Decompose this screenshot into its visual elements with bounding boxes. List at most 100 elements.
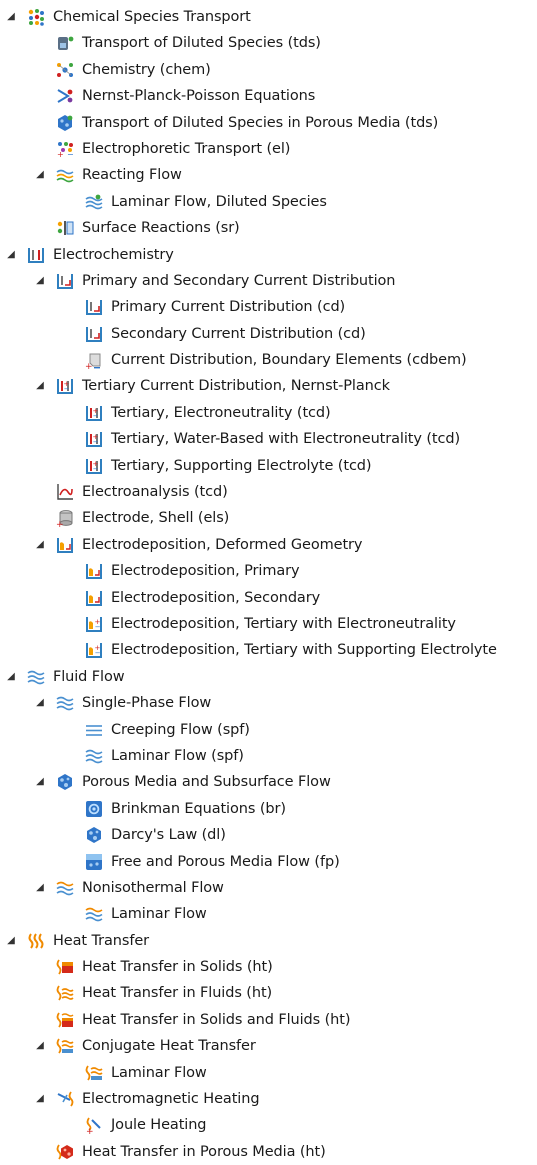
expand-collapse-toggle-icon[interactable]: ◢: [4, 928, 18, 954]
tree-item-label: Electrophoretic Transport (el): [82, 140, 291, 157]
tree-item-porous-media-and-subsurface-flow[interactable]: ◢ Porous Media and Subsurface Flow: [0, 769, 537, 795]
tree-item-free-and-porous-media-flow-fp[interactable]: Free and Porous Media Flow (fp): [0, 849, 537, 875]
tree-item-electrodeposition-deformed-geometry[interactable]: ◢ Electrodeposition, Deformed Geometry: [0, 532, 537, 558]
current-distribution-icon: [57, 273, 73, 289]
current-distribution-icon: [86, 326, 102, 342]
tree-item-secondary-current-distribution-cd[interactable]: Secondary Current Distribution (cd): [0, 321, 537, 347]
tree-item-current-distribution-boundary-elements-cdbem[interactable]: + Current Distribution, Boundary Elements…: [0, 347, 537, 373]
tree-item-nernst-planck-poisson-equations[interactable]: Nernst-Planck-Poisson Equations: [0, 83, 537, 109]
expand-collapse-toggle-icon[interactable]: ◢: [33, 532, 47, 558]
tree-item-laminar-flow-spf[interactable]: Laminar Flow (spf): [0, 743, 537, 769]
svg-text:−: −: [93, 412, 99, 420]
expand-collapse-toggle-icon[interactable]: ◢: [4, 242, 18, 268]
tree-item-label: Secondary Current Distribution (cd): [111, 325, 366, 342]
tree-item-label: Tertiary Current Distribution, Nernst-Pl…: [82, 378, 390, 395]
tree-item-electrode-shell-els[interactable]: + Electrode, Shell (els): [0, 505, 537, 531]
free-porous-flow-icon: [86, 853, 102, 870]
tertiary-current-icon: +−: [86, 405, 102, 421]
tree-item-label: Transport of Diluted Species in Porous M…: [82, 114, 439, 131]
tree-item-label: Transport of Diluted Species (tds): [82, 35, 321, 52]
tree-item-label: Primary and Secondary Current Distributi…: [82, 272, 396, 289]
tree-item-tertiary-water-based-with-electroneutrality-tcd[interactable]: + − Tertiary, Water-Based with Electroneut…: [0, 426, 537, 452]
tree-item-primary-current-distribution-cd[interactable]: Primary Current Distribution (cd): [0, 294, 537, 320]
tree-item-primary-and-secondary-current-distribution[interactable]: ◢ Primary and Secondary Current Distribut…: [0, 268, 537, 294]
tree-item-brinkman-equations-br[interactable]: Brinkman Equations (br): [0, 796, 537, 822]
tree-item-tertiary-supporting-electrolyte-tcd[interactable]: + − Tertiary, Supporting Electrolyte (tcd): [0, 453, 537, 479]
tree-item-label: Chemical Species Transport: [53, 9, 251, 25]
tree-item-electrodeposition-tertiary-with-supporting-electrolyte[interactable]: + − Electrodeposition, Tertiary with Suppo…: [0, 637, 537, 663]
electrodeposition-icon: [86, 590, 102, 606]
svg-text:+: +: [85, 362, 93, 369]
tree-item-electroanalysis-tcd[interactable]: Electroanalysis (tcd): [0, 479, 537, 505]
tree-item-single-phase-flow[interactable]: ◢ Single-Phase Flow: [0, 690, 537, 716]
expand-collapse-toggle-icon[interactable]: ◢: [33, 769, 47, 795]
nonisothermal-flow-icon: [85, 907, 103, 922]
diluted-species-icon: [58, 36, 74, 51]
tree-item-laminar-flow[interactable]: Laminar Flow: [0, 1060, 537, 1086]
tree-item-electrodeposition-tertiary-with-electroneutrality[interactable]: + − Electrodeposition, Tertiary with Elect…: [0, 611, 537, 637]
expand-collapse-toggle-icon[interactable]: ◢: [33, 690, 47, 716]
tree-item-electrodeposition-secondary[interactable]: Electrodeposition, Secondary: [0, 585, 537, 611]
tree-item-laminar-flow-diluted-species[interactable]: Laminar Flow, Diluted Species: [0, 189, 537, 215]
tree-item-label: Electromagnetic Heating: [82, 1091, 260, 1108]
porous-media-icon: [58, 774, 72, 791]
tree-item-label: Tertiary, Electroneutrality (tcd): [111, 404, 331, 421]
tree-item-label: Electrodeposition, Primary: [111, 563, 300, 580]
tree-item-reacting-flow[interactable]: ◢ Reacting Flow: [0, 162, 537, 188]
tree-item-heat-transfer-in-fluids-ht[interactable]: Heat Transfer in Fluids (ht): [0, 980, 537, 1006]
fluid-flow-icon: [56, 696, 74, 711]
tree-item-label: Single-Phase Flow: [82, 695, 212, 712]
expand-collapse-toggle-icon[interactable]: ◢: [4, 4, 18, 30]
tree-item-label: Joule Heating: [111, 1117, 207, 1134]
tree-item-darcy-s-law-dl[interactable]: Darcy's Law (dl): [0, 822, 537, 848]
tree-item-heat-transfer[interactable]: ◢ Heat Transfer: [0, 928, 537, 954]
heat-solids-icon: [56, 959, 73, 975]
tree-item-label: Laminar Flow (spf): [111, 747, 244, 764]
tree-item-chemistry-chem[interactable]: Chemistry (chem): [0, 57, 537, 83]
tree-item-heat-transfer-in-solids-and-fluids-ht[interactable]: Heat Transfer in Solids and Fluids (ht): [0, 1007, 537, 1033]
tree-item-creeping-flow-spf[interactable]: Creeping Flow (spf): [0, 717, 537, 743]
expand-collapse-toggle-icon[interactable]: ◢: [33, 373, 47, 399]
expand-collapse-toggle-icon[interactable]: ◢: [4, 664, 18, 690]
tree-item-electrophoretic-transport-el[interactable]: + − Electrophoretic Transport (el): [0, 136, 537, 162]
svg-text:+: +: [56, 520, 64, 527]
tree-item-tertiary-current-distribution-nernst-planck[interactable]: ◢ + − Tertiary Current Distribution, Nernst…: [0, 373, 537, 399]
tree-item-fluid-flow[interactable]: ◢ Fluid Flow: [0, 664, 537, 690]
tree-item-chemical-species-transport[interactable]: ◢ Chemical Species Transport: [0, 4, 537, 30]
tree-item-label: Nernst-Planck-Poisson Equations: [82, 88, 316, 105]
electrodeposition-icon: [86, 564, 102, 580]
tree-item-conjugate-heat-transfer[interactable]: ◢ Conjugate Heat Transfer: [0, 1033, 537, 1059]
tree-item-label: Electroanalysis (tcd): [82, 484, 228, 501]
tree-item-electromagnetic-heating[interactable]: ◢ Electromagnetic Heating: [0, 1086, 537, 1112]
expand-collapse-toggle-icon[interactable]: ◢: [33, 1086, 47, 1112]
tree-item-transport-of-diluted-species-in-porous-media-tds[interactable]: Transport of Diluted Species in Porous M…: [0, 110, 537, 136]
tree-item-electrodeposition-primary[interactable]: Electrodeposition, Primary: [0, 558, 537, 584]
svg-text:−: −: [93, 465, 99, 473]
svg-text:+: +: [57, 150, 64, 158]
tree-item-label: Reacting Flow: [82, 167, 182, 184]
tertiary-current-icon: +−: [86, 432, 102, 448]
expand-collapse-toggle-icon[interactable]: ◢: [33, 875, 47, 901]
tree-item-nonisothermal-flow[interactable]: ◢ Nonisothermal Flow: [0, 875, 537, 901]
tree-item-label: Heat Transfer in Solids and Fluids (ht): [82, 1011, 351, 1028]
tree-item-transport-of-diluted-species-tds[interactable]: Transport of Diluted Species (tds): [0, 30, 537, 56]
electrochemistry-icon: [28, 247, 44, 263]
tree-item-heat-transfer-in-solids-ht[interactable]: Heat Transfer in Solids (ht): [0, 954, 537, 980]
tree-item-joule-heating[interactable]: + Joule Heating: [0, 1112, 537, 1138]
expand-collapse-toggle-icon[interactable]: ◢: [33, 1033, 47, 1059]
fluid-flow-icon: [27, 670, 45, 685]
tree-item-heat-transfer-in-porous-media-ht[interactable]: Heat Transfer in Porous Media (ht): [0, 1139, 537, 1165]
electrodeposition-tertiary-icon: +−: [86, 643, 102, 659]
tertiary-current-icon: +−: [57, 379, 73, 395]
reacting-laminar-icon: [85, 194, 103, 210]
tree-item-label: Tertiary, Supporting Electrolyte (tcd): [111, 457, 372, 474]
model-wizard-physics-tree: ◢ Chemical Species Transport Transport of …: [0, 4, 537, 1165]
tree-item-electrochemistry[interactable]: ◢ Electrochemistry: [0, 242, 537, 268]
tertiary-current-icon: +−: [86, 458, 102, 474]
tree-item-label: Darcy's Law (dl): [111, 827, 226, 844]
expand-collapse-toggle-icon[interactable]: ◢: [33, 162, 47, 188]
tree-item-laminar-flow[interactable]: Laminar Flow: [0, 901, 537, 927]
expand-collapse-toggle-icon[interactable]: ◢: [33, 268, 47, 294]
tree-item-tertiary-electroneutrality-tcd[interactable]: + − Tertiary, Electroneutrality (tcd): [0, 400, 537, 426]
tree-item-surface-reactions-sr[interactable]: Surface Reactions (sr): [0, 215, 537, 241]
